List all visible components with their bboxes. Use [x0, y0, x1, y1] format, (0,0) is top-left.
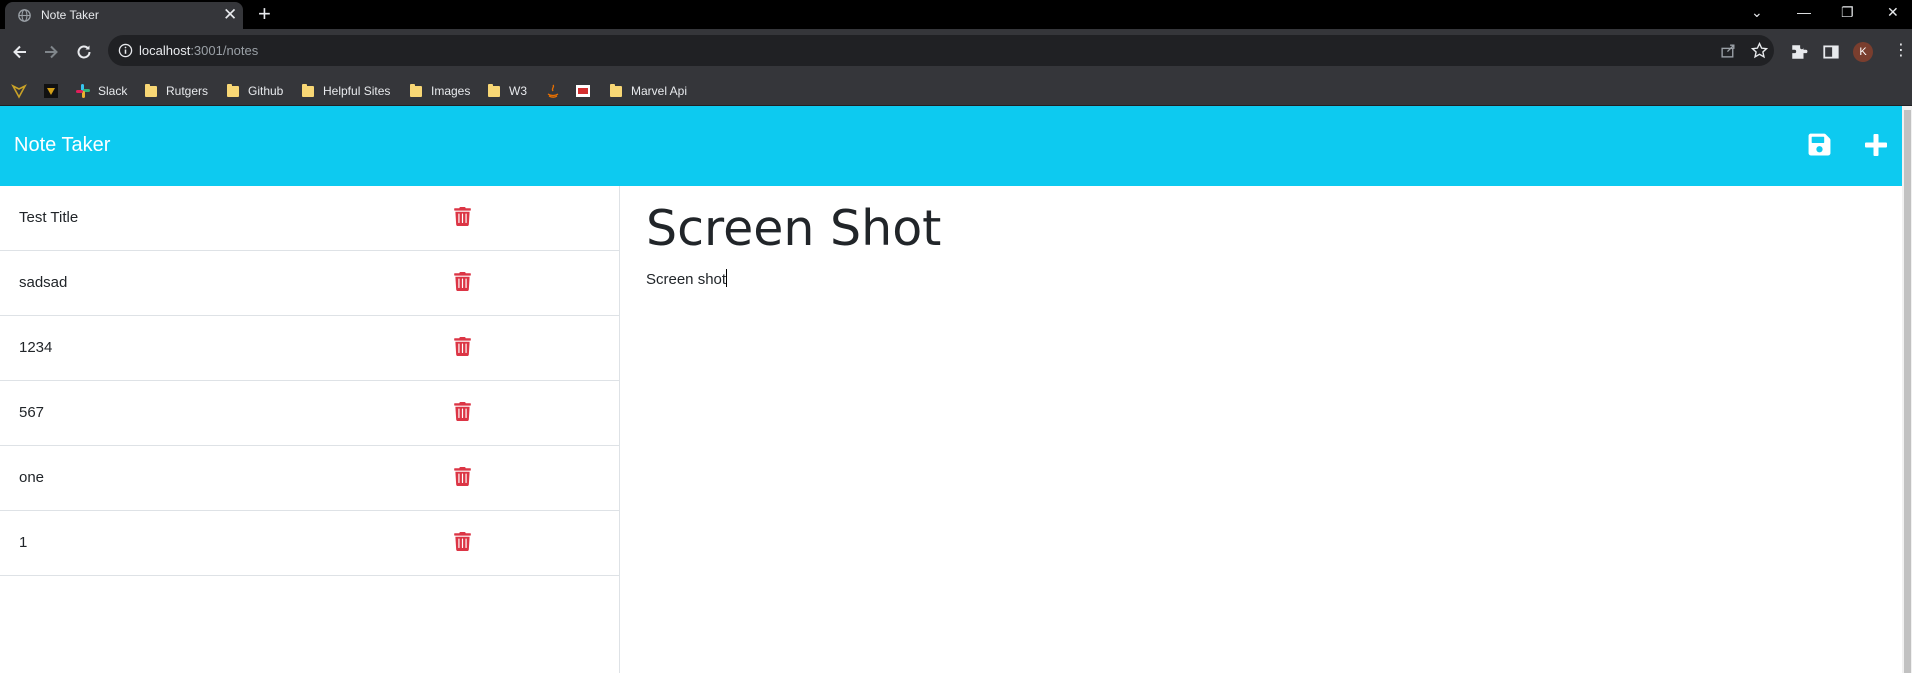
browser-tabstrip: Note Taker ✕ + ⌄ — ❐ ✕ [0, 0, 1912, 29]
forward-arrow-icon[interactable] [41, 42, 61, 62]
note-title-input[interactable]: Screen Shot [646, 200, 941, 257]
bookmark-extension-a[interactable] [11, 82, 34, 100]
java-icon [547, 84, 559, 98]
bookmark-label: Rutgers [166, 84, 209, 98]
folder-icon [410, 83, 422, 97]
restore-button[interactable]: ❐ [1841, 3, 1854, 21]
delete-trash-icon[interactable] [454, 532, 471, 551]
note-list-item[interactable]: sadsad [0, 251, 619, 316]
page-viewport: Note Taker Test Title sadsad 1234 567 on… [0, 106, 1912, 673]
close-window-button[interactable]: ✕ [1887, 3, 1899, 21]
tab-search-icon[interactable]: ⌄ [1751, 3, 1763, 21]
bookmark-label: Marvel Api [631, 84, 688, 98]
browser-menu-icon[interactable]: ⋮ [1893, 41, 1909, 61]
bookmark-folder-helpful-sites[interactable]: Helpful Sites [302, 82, 390, 100]
close-tab-icon[interactable]: ✕ [223, 5, 237, 25]
note-title: Test Title [19, 209, 79, 226]
note-title: 1234 [19, 339, 53, 356]
note-title: one [19, 469, 45, 486]
slack-icon [76, 84, 90, 98]
bookmarks-bar: Slack Rutgers Github Helpful Sites Image… [0, 76, 1912, 106]
side-panel-icon[interactable] [1822, 43, 1840, 61]
note-list-item[interactable]: Test Title [0, 186, 619, 251]
back-arrow-icon[interactable] [10, 42, 30, 62]
folder-icon [610, 83, 622, 97]
address-bar[interactable]: localhost:3001/notes [108, 35, 1774, 66]
folder-icon [488, 83, 500, 97]
ext-icon-b [44, 84, 58, 98]
note-list-item[interactable]: 1 [0, 511, 619, 576]
text-caret [726, 269, 728, 287]
bookmark-slack[interactable]: Slack [75, 82, 127, 100]
delete-trash-icon[interactable] [454, 272, 471, 291]
bookmark-star-icon[interactable] [1751, 42, 1768, 59]
note-title: sadsad [19, 274, 68, 291]
bookmark-folder-github[interactable]: Github [227, 82, 283, 100]
ext-icon-a [11, 84, 27, 99]
note-editor: Screen Shot Screen shot [621, 186, 1902, 673]
url-path: :3001/notes [190, 43, 259, 58]
browser-toolbar: localhost:3001/notes K ⋮ [0, 29, 1912, 76]
delete-trash-icon[interactable] [454, 402, 471, 421]
extensions-puzzle-icon[interactable] [1790, 43, 1808, 61]
new-tab-button[interactable]: + [258, 2, 271, 26]
bookmark-extension-b[interactable] [43, 82, 66, 100]
bookmark-folder-images[interactable]: Images [410, 82, 470, 100]
scrollbar-thumb[interactable] [1904, 110, 1911, 673]
note-text: Screen shot [646, 271, 727, 288]
bookmark-label: Github [248, 84, 284, 98]
note-list-item[interactable]: 1234 [0, 316, 619, 381]
note-text-textarea[interactable]: Screen shot [646, 269, 728, 288]
new-note-plus-icon[interactable] [1862, 131, 1890, 159]
delete-trash-icon[interactable] [454, 337, 471, 356]
delete-trash-icon[interactable] [454, 207, 471, 226]
minimize-button[interactable]: — [1797, 3, 1811, 21]
brand-title[interactable]: Note Taker [14, 134, 110, 157]
delete-trash-icon[interactable] [454, 467, 471, 486]
url-text: localhost:3001/notes [139, 43, 258, 58]
bookmark-label: Slack [98, 84, 128, 98]
notes-list: Test Title sadsad 1234 567 one 1 [0, 186, 620, 673]
note-title: 567 [19, 404, 45, 421]
save-note-icon[interactable] [1807, 132, 1832, 157]
profile-avatar[interactable]: K [1853, 42, 1873, 62]
reload-icon[interactable] [74, 42, 94, 62]
bookmark-folder-w3[interactable]: W3 [488, 82, 527, 100]
note-title: 1 [19, 534, 28, 551]
url-host: localhost [139, 43, 191, 58]
globe-icon [18, 9, 31, 22]
tab-title: Note Taker [41, 8, 99, 22]
bookmark-folder-rutgers[interactable]: Rutgers [145, 82, 208, 100]
share-icon[interactable] [1720, 42, 1737, 59]
ext-icon-c [576, 85, 590, 97]
bookmark-label: Images [431, 84, 471, 98]
note-list-item[interactable]: one [0, 446, 619, 511]
site-info-icon[interactable] [118, 43, 133, 58]
folder-icon [227, 83, 239, 97]
bookmark-folder-marvel-api[interactable]: Marvel Api [610, 82, 687, 100]
bookmark-extension-c[interactable] [575, 82, 598, 100]
bookmark-label: Helpful Sites [323, 84, 391, 98]
app-navbar: Note Taker [0, 106, 1902, 186]
page-scrollbar[interactable] [1902, 106, 1912, 673]
browser-tab[interactable]: Note Taker ✕ [5, 2, 243, 29]
folder-icon [145, 83, 157, 97]
bookmark-label: W3 [509, 84, 527, 98]
folder-icon [302, 83, 314, 97]
bookmark-java[interactable] [545, 82, 568, 100]
note-list-item[interactable]: 567 [0, 381, 619, 446]
